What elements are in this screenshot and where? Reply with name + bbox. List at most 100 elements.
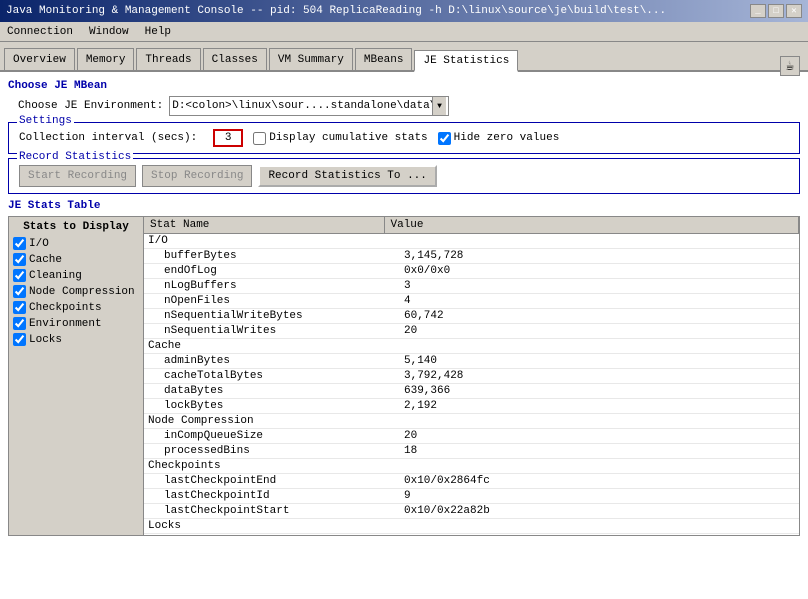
table-row: Checkpoints: [144, 459, 799, 474]
col-stat-name: Stat Name: [144, 217, 384, 234]
display-cumulative-checkbox[interactable]: [253, 132, 266, 145]
check-cleaning: Cleaning: [13, 269, 139, 282]
table-row: lockBytes2,192: [144, 399, 799, 414]
tab-memory[interactable]: Memory: [77, 48, 135, 70]
check-cache: Cache: [13, 253, 139, 266]
stat-value: 4: [384, 294, 799, 309]
environment-combo[interactable]: D:<colon>\linux\sour....standalone\data\…: [169, 96, 449, 116]
menu-help[interactable]: Help: [142, 25, 174, 39]
record-legend: Record Statistics: [17, 151, 133, 163]
combo-arrow-icon[interactable]: ▼: [432, 97, 446, 115]
hide-zero-label: Hide zero values: [438, 132, 560, 145]
menu-window[interactable]: Window: [86, 25, 132, 39]
stats-container: Stats to Display I/O Cache Cleaning Node…: [8, 216, 800, 536]
stat-value: 639,366: [384, 384, 799, 399]
tab-classes[interactable]: Classes: [203, 48, 267, 70]
tab-overview[interactable]: Overview: [4, 48, 75, 70]
table-row: endOfLog0x0/0x0: [144, 264, 799, 279]
stat-value: 0x10/0x22a82b: [384, 504, 799, 519]
check-io: I/O: [13, 237, 139, 250]
stats-left-header: Stats to Display: [13, 221, 139, 233]
menu-connection[interactable]: Connection: [4, 25, 76, 39]
check-locks: Locks: [13, 333, 139, 346]
stat-name: adminBytes: [144, 354, 384, 369]
table-row: Node Compression: [144, 414, 799, 429]
stats-table: Stat Name Value I/ObufferBytes3,145,728e…: [144, 217, 799, 534]
tab-bar: Overview Memory Threads Classes VM Summa…: [0, 42, 808, 72]
settings-panel: Settings Collection interval (secs): Dis…: [8, 122, 800, 154]
title-bar-buttons: _ □ ✕: [750, 4, 802, 18]
table-row: dataBytes639,366: [144, 384, 799, 399]
stat-value: 3,792,428: [384, 369, 799, 384]
start-recording-button[interactable]: Start Recording: [19, 165, 136, 187]
collection-interval-input[interactable]: [213, 129, 243, 147]
stat-name: inCompQueueSize: [144, 429, 384, 444]
minimize-button[interactable]: _: [750, 4, 766, 18]
settings-legend: Settings: [17, 115, 74, 127]
tab-threads[interactable]: Threads: [136, 48, 200, 70]
stats-table-section: JE Stats Table Stats to Display I/O Cach…: [8, 200, 800, 536]
checkbox-cleaning[interactable]: [13, 269, 26, 282]
stat-name: processedBins: [144, 444, 384, 459]
stat-value: 20: [384, 429, 799, 444]
window-title: Java Monitoring & Management Console -- …: [6, 5, 666, 17]
table-row: processedBins18: [144, 444, 799, 459]
stat-value: 18: [384, 444, 799, 459]
stop-recording-button[interactable]: Stop Recording: [142, 165, 252, 187]
checkbox-checkpoints[interactable]: [13, 301, 26, 314]
stat-name: bufferBytes: [144, 249, 384, 264]
checkbox-locks[interactable]: [13, 333, 26, 346]
table-scroll[interactable]: Stat Name Value I/ObufferBytes3,145,728e…: [144, 217, 799, 535]
check-environment: Environment: [13, 317, 139, 330]
stat-name: nSequentialWrites: [144, 324, 384, 339]
stat-name: dataBytes: [144, 384, 384, 399]
category-name: Checkpoints: [144, 459, 799, 474]
settings-border: Settings Collection interval (secs): Dis…: [8, 122, 800, 154]
stat-name: nSequentialWriteBytes: [144, 309, 384, 324]
stats-right-panel: Stat Name Value I/ObufferBytes3,145,728e…: [144, 217, 799, 535]
checkbox-cache[interactable]: [13, 253, 26, 266]
tab-mbeans[interactable]: MBeans: [355, 48, 413, 70]
stat-value: 3,145,728: [384, 249, 799, 264]
category-name: Locks: [144, 519, 799, 534]
collection-interval-label: Collection interval (secs):: [19, 132, 197, 144]
maximize-button[interactable]: □: [768, 4, 784, 18]
col-value: Value: [384, 217, 799, 234]
table-row: cacheTotalBytes3,792,428: [144, 369, 799, 384]
stat-name: endOfLog: [144, 264, 384, 279]
monitor-icon: ☕: [780, 56, 800, 76]
table-row: nOpenFiles4: [144, 294, 799, 309]
tab-je-statistics[interactable]: JE Statistics: [414, 50, 518, 72]
hide-zero-checkbox[interactable]: [438, 132, 451, 145]
table-row: Locks: [144, 519, 799, 534]
table-row: adminBytes5,140: [144, 354, 799, 369]
environment-value: D:<colon>\linux\sour....standalone\data\…: [172, 100, 432, 112]
stat-value: 0x10/0x2864fc: [384, 474, 799, 489]
record-statistics-to-button[interactable]: Record Statistics To ...: [258, 165, 436, 187]
stats-table-title: JE Stats Table: [8, 200, 800, 212]
table-row: nLogBuffers3: [144, 279, 799, 294]
table-row: nSequentialWriteBytes60,742: [144, 309, 799, 324]
checkbox-io[interactable]: [13, 237, 26, 250]
stat-name: lockBytes: [144, 399, 384, 414]
checkbox-node-compression[interactable]: [13, 285, 26, 298]
stats-left-panel: Stats to Display I/O Cache Cleaning Node…: [9, 217, 144, 535]
table-row: lastCheckpointEnd0x10/0x2864fc: [144, 474, 799, 489]
choose-env-row: Choose JE Environment: D:<colon>\linux\s…: [18, 96, 800, 116]
stat-name: cacheTotalBytes: [144, 369, 384, 384]
table-row: Cache: [144, 339, 799, 354]
menu-bar: Connection Window Help: [0, 22, 808, 42]
check-node-compression: Node Compression: [13, 285, 139, 298]
category-name: I/O: [144, 234, 799, 249]
stat-value: 60,742: [384, 309, 799, 324]
table-row: I/O: [144, 234, 799, 249]
close-button[interactable]: ✕: [786, 4, 802, 18]
stat-value: 0x0/0x0: [384, 264, 799, 279]
tab-vm-summary[interactable]: VM Summary: [269, 48, 353, 70]
category-name: Cache: [144, 339, 799, 354]
stat-value: 20: [384, 324, 799, 339]
record-statistics-panel: Record Statistics Start Recording Stop R…: [8, 158, 800, 194]
table-row: nSequentialWrites20: [144, 324, 799, 339]
checkbox-environment[interactable]: [13, 317, 26, 330]
check-checkpoints: Checkpoints: [13, 301, 139, 314]
